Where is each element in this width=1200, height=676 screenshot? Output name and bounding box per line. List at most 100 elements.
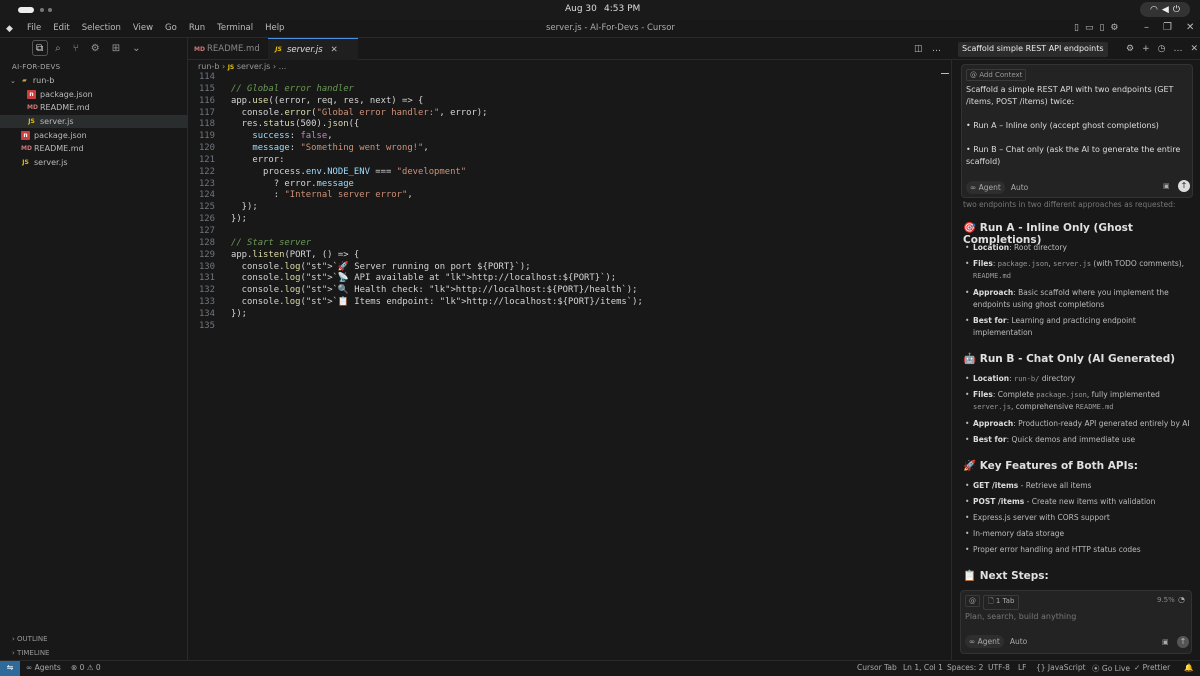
- close-window-icon[interactable]: ✕: [1186, 22, 1194, 33]
- run-debug-icon[interactable]: ⚙: [91, 43, 100, 54]
- code-line[interactable]: 117 console.error("Global error handler:…: [188, 108, 952, 120]
- prompt-message-box[interactable]: @ Add Context Scaffold a simple REST API…: [961, 64, 1193, 198]
- tree-file-server-js[interactable]: JS server.js: [0, 156, 188, 170]
- tab-readme[interactable]: MD README.md: [188, 38, 268, 60]
- toggle-secondary-sidebar-icon[interactable]: ▯: [1099, 23, 1104, 33]
- split-editor-icon[interactable]: ◫: [914, 44, 923, 54]
- remote-indicator-icon[interactable]: ⇋: [0, 661, 20, 676]
- more-actions-icon[interactable]: …: [932, 44, 941, 54]
- tree-file-server-js[interactable]: JS server.js: [0, 114, 188, 129]
- status-encoding[interactable]: UTF-8: [988, 663, 1010, 672]
- send-arrow-icon[interactable]: ↑: [1177, 636, 1189, 648]
- workspace-dot[interactable]: [40, 8, 44, 12]
- add-context-button[interactable]: @ Add Context: [966, 69, 1027, 81]
- toggle-panel-icon[interactable]: ▭: [1085, 23, 1094, 33]
- close-icon[interactable]: ✕: [1190, 44, 1198, 54]
- source-control-icon[interactable]: ⑂: [73, 43, 79, 54]
- system-time[interactable]: 4:53 PM: [604, 4, 640, 14]
- menu-selection[interactable]: Selection: [82, 23, 121, 33]
- image-icon[interactable]: ▣: [1163, 182, 1170, 190]
- menu-terminal[interactable]: Terminal: [217, 23, 253, 33]
- code-editor[interactable]: 114 115 // Global error handler 116 app.use(…: [188, 72, 952, 333]
- status-agents[interactable]: ∞ Agents: [26, 663, 61, 672]
- code-line[interactable]: 119 success: false,: [188, 131, 952, 143]
- code-line[interactable]: 135: [188, 321, 952, 333]
- search-icon[interactable]: ⌕: [55, 43, 61, 54]
- code-line[interactable]: 134});: [188, 309, 952, 321]
- code-line[interactable]: 128 // Start server: [188, 238, 952, 250]
- prompt-text[interactable]: Scaffold a simple REST API with two endp…: [966, 84, 1190, 180]
- menu-help[interactable]: Help: [265, 23, 284, 33]
- chat-tab-title[interactable]: Scaffold simple REST API endpoints: [958, 42, 1108, 57]
- system-tray[interactable]: ◠ ◀ ⏻: [1140, 2, 1190, 17]
- menu-run[interactable]: Run: [189, 23, 205, 33]
- history-icon[interactable]: ◷: [1158, 44, 1166, 54]
- more-icon[interactable]: …: [1173, 44, 1182, 54]
- code-line[interactable]: 115 // Global error handler: [188, 84, 952, 96]
- tab-server-js[interactable]: JS server.js ✕: [268, 38, 358, 60]
- close-tab-icon[interactable]: ✕: [331, 45, 338, 55]
- status-prettier[interactable]: ✓ Prettier: [1134, 663, 1170, 672]
- extensions-icon[interactable]: ⊞: [112, 43, 120, 54]
- code-line[interactable]: 123 ? error.message: [188, 179, 952, 191]
- code-line[interactable]: 127: [188, 226, 952, 238]
- menu-edit[interactable]: Edit: [53, 23, 69, 33]
- code-line[interactable]: 121 error:: [188, 155, 952, 167]
- menu-view[interactable]: View: [133, 23, 153, 33]
- model-selector[interactable]: Auto: [1011, 183, 1028, 192]
- workspace-title[interactable]: AI-FOR-DEVS: [12, 63, 60, 71]
- image-icon[interactable]: ▣: [1162, 638, 1169, 646]
- code-line[interactable]: 120 message: "Something went wrong!",: [188, 143, 952, 155]
- outline-section[interactable]: › OUTLINE: [12, 635, 48, 643]
- settings-gear-icon[interactable]: ⚙: [1110, 23, 1118, 33]
- status-language[interactable]: {} JavaScript: [1036, 663, 1086, 672]
- workspace-indicator[interactable]: [18, 7, 34, 13]
- status-cursor-tab[interactable]: Cursor Tab: [857, 663, 897, 672]
- minimize-icon[interactable]: –: [1144, 22, 1149, 33]
- chevron-down-icon[interactable]: ⌄: [132, 43, 140, 54]
- code-line[interactable]: 126});: [188, 214, 952, 226]
- tree-file-readme[interactable]: MD README.md: [0, 142, 188, 156]
- status-spaces[interactable]: Spaces: 2: [947, 663, 983, 672]
- agent-mode-selector[interactable]: ∞ Agent: [966, 181, 1005, 194]
- add-context-button[interactable]: @: [965, 595, 980, 607]
- toggle-sidebar-icon[interactable]: ▯: [1074, 23, 1079, 33]
- tree-file-package-json[interactable]: n package.json: [0, 88, 188, 102]
- chat-input-box[interactable]: @ 🗋 1 Tab 9.5% ◔ Plan, search, build any…: [960, 590, 1192, 654]
- code-line[interactable]: 114: [188, 72, 952, 84]
- code-line[interactable]: 131 console.log("st">`📡 API available at…: [188, 273, 952, 285]
- notifications-bell-icon[interactable]: 🔔: [1184, 663, 1193, 672]
- send-arrow-icon[interactable]: ↑: [1178, 180, 1190, 192]
- explorer-files-icon[interactable]: ⧉: [32, 40, 48, 56]
- breadcrumb-folder[interactable]: run-b: [198, 62, 219, 71]
- timeline-section[interactable]: › TIMELINE: [12, 649, 49, 657]
- status-position[interactable]: Ln 1, Col 1: [903, 663, 943, 672]
- tab-context-chip[interactable]: 🗋 1 Tab: [983, 595, 1020, 610]
- tree-folder-run-b[interactable]: ⌄ ▰ run-b: [0, 74, 188, 88]
- code-line[interactable]: 118 res.status(500).json({: [188, 119, 952, 131]
- status-go-live[interactable]: ⦿ Go Live: [1092, 663, 1130, 674]
- menu-go[interactable]: Go: [165, 23, 177, 33]
- status-problems[interactable]: ⊗ 0 ⚠ 0: [71, 663, 101, 672]
- tree-file-readme[interactable]: MD README.md: [0, 101, 188, 115]
- code-line[interactable]: 130 console.log("st">`🚀 Server running o…: [188, 262, 952, 274]
- code-line[interactable]: 133 console.log("st">`📋 Items endpoint: …: [188, 297, 952, 309]
- settings-gear-icon[interactable]: ⚙: [1126, 44, 1134, 54]
- chat-input-placeholder[interactable]: Plan, search, build anything: [965, 612, 1076, 621]
- breadcrumb-file[interactable]: server.js: [237, 62, 271, 71]
- model-selector[interactable]: Auto: [1010, 637, 1027, 646]
- code-line[interactable]: 132 console.log("st">`🔍 Health check: "l…: [188, 285, 952, 297]
- code-line[interactable]: 122 process.env.NODE_ENV === "developmen…: [188, 167, 952, 179]
- status-eol[interactable]: LF: [1018, 663, 1027, 672]
- code-line[interactable]: 125 });: [188, 202, 952, 214]
- code-line[interactable]: 129 app.listen(PORT, () => {: [188, 250, 952, 262]
- agent-mode-selector[interactable]: ∞ Agent: [965, 635, 1004, 648]
- code-line[interactable]: 124 : "Internal server error",: [188, 190, 952, 202]
- tree-file-package-json[interactable]: n package.json: [0, 128, 188, 142]
- code-line[interactable]: 116 app.use((error, req, res, next) => {: [188, 96, 952, 108]
- restore-icon[interactable]: ❐: [1163, 22, 1172, 33]
- system-date[interactable]: Aug 30: [565, 4, 597, 14]
- workspace-dot[interactable]: [48, 8, 52, 12]
- menu-file[interactable]: File: [27, 23, 41, 33]
- new-chat-icon[interactable]: +: [1142, 44, 1150, 54]
